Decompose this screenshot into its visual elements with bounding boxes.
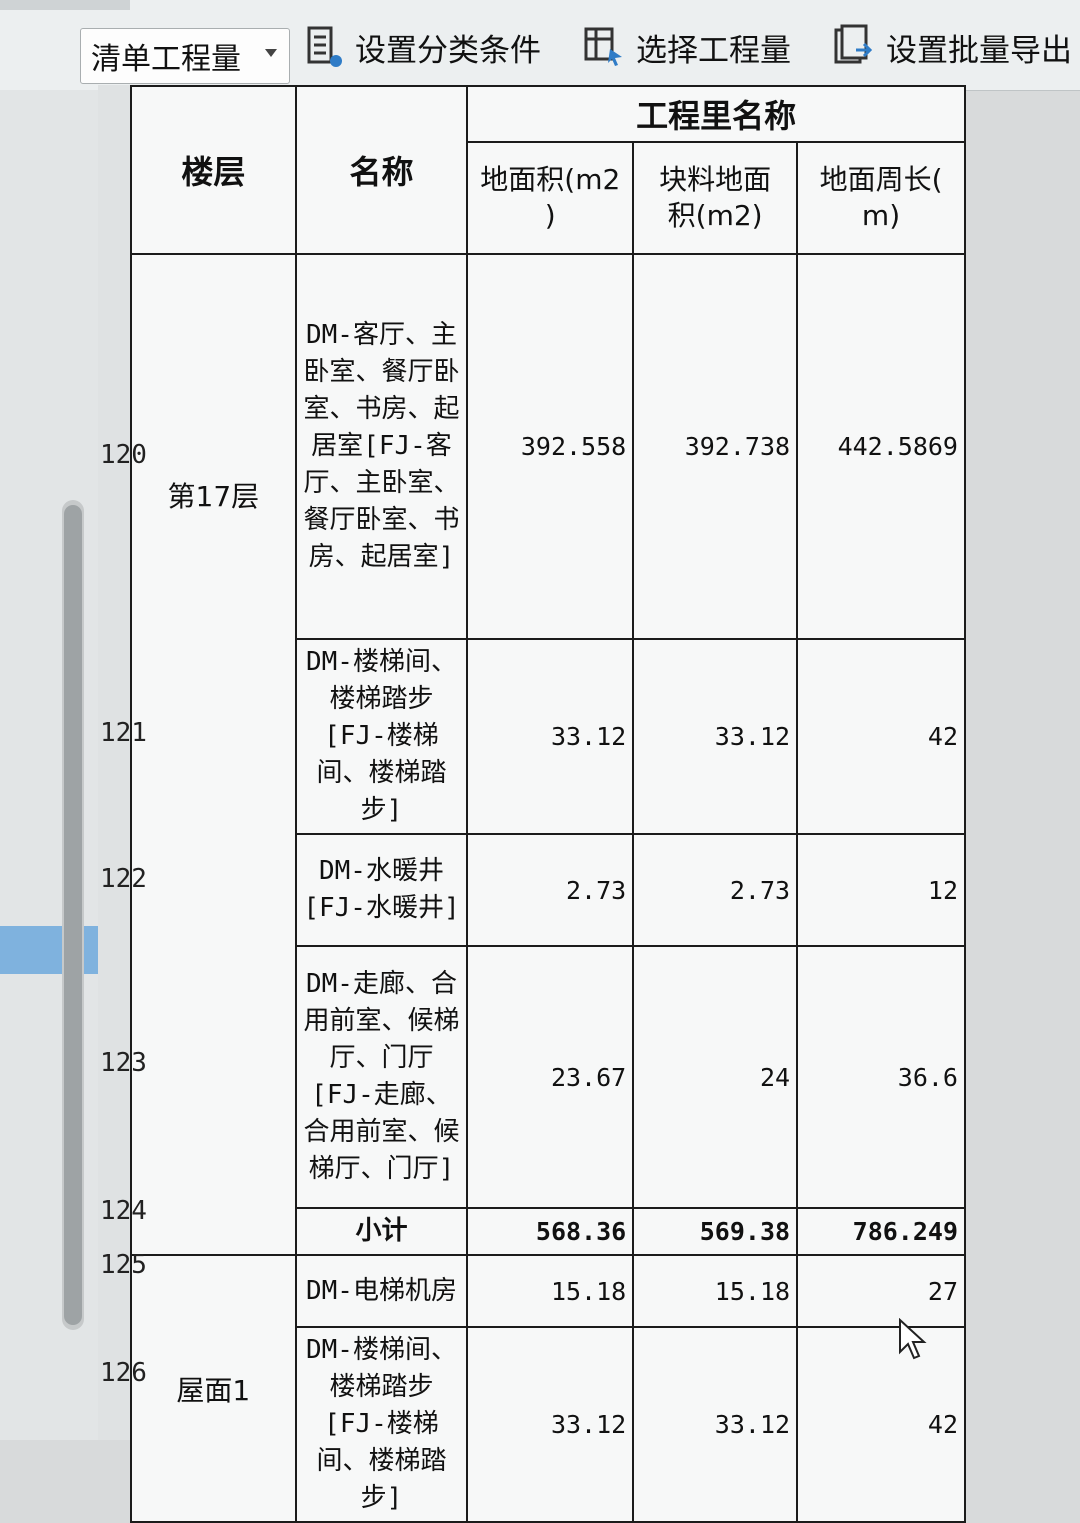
quantity-type-value: 清单工程量 <box>91 42 241 77</box>
toolbar: 清单工程量 设置分类条件 选择工程量 设置批量导出 <box>0 0 1080 91</box>
perimeter-cell: 12 <box>796 833 966 947</box>
category-settings-icon <box>307 26 342 67</box>
area-cell: 33.12 <box>466 1326 635 1523</box>
floor-cell: 第17层 <box>130 253 297 1256</box>
subtotal-label: 小计 <box>294 1207 469 1256</box>
perimeter-cell: 42 <box>796 638 966 835</box>
select-quantity-icon <box>584 27 622 66</box>
perimeter-cell: 786.249 <box>796 1207 966 1256</box>
table-row[interactable]: 屋面1 DM-电梯机房 15.18 15.18 27 <box>130 1254 966 1523</box>
area-cell: 2.73 <box>466 833 635 947</box>
name-cell: DM-楼梯间、楼梯踏步[FJ-楼梯间、楼梯踏步] <box>294 638 469 835</box>
window-title-strip <box>0 0 130 10</box>
batch-export-button[interactable]: 设置批量导出 <box>832 22 1072 72</box>
chevron-down-icon[interactable] <box>265 49 277 57</box>
name-cell: DM-电梯机房 <box>294 1254 469 1328</box>
row-number: 122 <box>100 864 147 894</box>
perimeter-cell: 442.5869 <box>796 253 966 640</box>
header-block-area[interactable]: 块料地面 积(m2) <box>632 141 799 255</box>
block-area-cell: 24 <box>632 945 799 1209</box>
header-floor-area[interactable]: 地面积(m2 ) <box>466 141 635 255</box>
set-category-button[interactable]: 设置分类条件 <box>305 22 541 72</box>
perimeter-cell: 42 <box>796 1326 966 1523</box>
block-area-cell: 2.73 <box>632 833 799 947</box>
name-cell: DM-客厅、主卧室、餐厅卧室、书房、起居室[FJ-客厅、主卧室、餐厅卧室、书房、… <box>294 253 469 640</box>
mouse-cursor-icon <box>899 1318 927 1360</box>
name-cell: DM-楼梯间、楼梯踏步[FJ-楼梯间、楼梯踏步] <box>294 1326 469 1523</box>
name-cell: DM-水暖井[FJ-水暖井] <box>294 833 469 947</box>
row-number: 123 <box>100 1048 147 1078</box>
block-area-cell: 392.738 <box>632 253 799 640</box>
row-number: 120 <box>100 440 147 470</box>
area-cell: 23.67 <box>466 945 635 1209</box>
block-area-cell: 569.38 <box>632 1207 799 1256</box>
header-floor[interactable]: 楼层 <box>130 85 297 255</box>
export-icon <box>834 24 873 64</box>
quantity-type-dropdown[interactable]: 清单工程量 <box>80 28 290 84</box>
header-perimeter[interactable]: 地面周长( m) <box>796 141 966 255</box>
header-quantity-group: 工程里名称 <box>466 85 966 143</box>
block-area-cell: 33.12 <box>632 1326 799 1523</box>
quantity-table: 楼层 名称 工程里名称 地面积(m2 ) 块料地面 积(m2) 地面周长( m)… <box>130 85 966 1523</box>
report-grid: 楼层 名称 工程里名称 地面积(m2 ) 块料地面 积(m2) 地面周长( m)… <box>98 85 966 1523</box>
row-number: 125 <box>100 1250 147 1280</box>
select-quantity-button[interactable]: 选择工程量 <box>582 22 791 72</box>
area-cell: 568.36 <box>466 1207 635 1256</box>
area-cell: 15.18 <box>466 1254 635 1328</box>
scrollbar-thumb[interactable] <box>64 505 82 1325</box>
select-quantity-label: 选择工程量 <box>636 32 791 69</box>
name-cell: DM-走廊、合用前室、候梯厅、门厅[FJ-走廊、合用前室、候梯厅、门厅] <box>294 945 469 1209</box>
batch-export-label: 设置批量导出 <box>886 32 1072 69</box>
area-cell: 392.558 <box>466 253 635 640</box>
perimeter-cell: 36.6 <box>796 945 966 1209</box>
floor-cell: 屋面1 <box>130 1254 297 1523</box>
block-area-cell: 15.18 <box>632 1254 799 1328</box>
row-number: 124 <box>100 1196 147 1226</box>
set-category-label: 设置分类条件 <box>355 32 541 69</box>
row-number: 121 <box>100 718 147 748</box>
row-number: 126 <box>100 1358 147 1388</box>
block-area-cell: 33.12 <box>632 638 799 835</box>
area-cell: 33.12 <box>466 638 635 835</box>
table-row[interactable]: 第17层 DM-客厅、主卧室、餐厅卧室、书房、起居室[FJ-客厅、主卧室、餐厅卧… <box>130 253 966 1256</box>
perimeter-cell: 27 <box>796 1254 966 1328</box>
header-name[interactable]: 名称 <box>294 85 469 255</box>
